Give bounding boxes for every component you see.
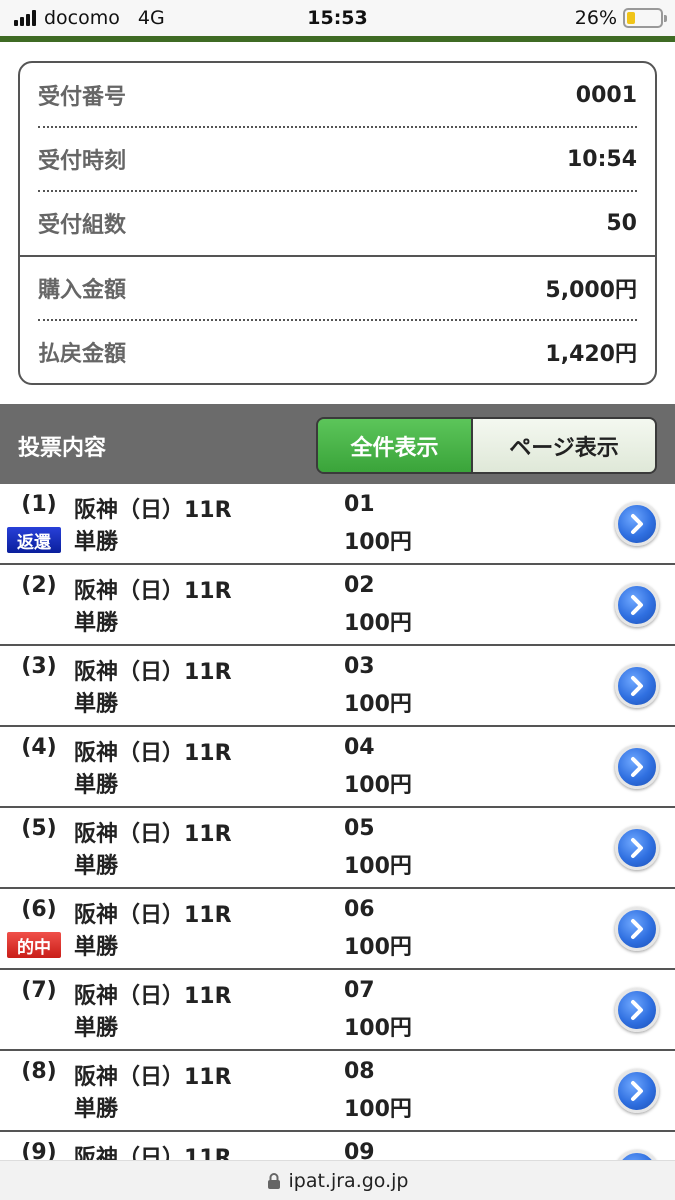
bet-type: 単勝 <box>74 1097 119 1122</box>
bet-type: 単勝 <box>74 692 119 717</box>
status-left: docomo 4G <box>14 7 165 29</box>
horse-number: 03 <box>344 654 375 679</box>
race-venue: 阪神（日）11R <box>74 984 232 1009</box>
bet-list-item[interactable]: (5) 阪神（日）11R 単勝 05 100円 <box>0 808 675 889</box>
race-venue: 阪神（日）11R <box>74 741 232 766</box>
bet-list: (1) 返還 阪神（日）11R 単勝 01 100円 (2) 阪神（日）11R … <box>0 484 675 1160</box>
bet-number: (2) <box>21 573 57 598</box>
horse-number: 07 <box>344 978 375 1003</box>
summary-label: 払戻金額 <box>38 342 127 367</box>
chevron-right-icon[interactable] <box>615 1069 659 1113</box>
summary-value: 10:54 <box>566 146 637 172</box>
bet-amount: 100円 <box>344 773 412 798</box>
bet-list-item[interactable]: (1) 返還 阪神（日）11R 単勝 01 100円 <box>0 484 675 565</box>
battery-icon <box>623 8 667 28</box>
receipt-summary-card: 受付番号 0001 受付時刻 10:54 受付組数 50 購入金額 5,000円… <box>18 61 657 385</box>
display-mode-toggle: 全件表示 ページ表示 <box>316 417 657 474</box>
summary-value: 5,000円 <box>545 278 637 303</box>
bet-number: (7) <box>21 978 57 1003</box>
bet-number: (1) <box>21 492 57 517</box>
race-venue: 阪神（日）11R <box>74 822 232 847</box>
show-all-button[interactable]: 全件表示 <box>318 419 473 472</box>
bet-list-item[interactable]: (2) 阪神（日）11R 単勝 02 100円 <box>0 565 675 646</box>
network-type: 4G <box>137 7 165 29</box>
summary-row-receipt-number: 受付番号 0001 <box>38 63 637 127</box>
horse-number: 02 <box>344 573 375 598</box>
bet-number: (8) <box>21 1059 57 1084</box>
status-bar: docomo 4G 15:53 26% <box>0 0 675 36</box>
signal-icon <box>14 10 36 26</box>
bet-type: 単勝 <box>74 773 119 798</box>
summary-row-receipt-time: 受付時刻 10:54 <box>38 127 637 191</box>
bet-list-item[interactable]: (7) 阪神（日）11R 単勝 07 100円 <box>0 970 675 1051</box>
horse-number: 09 <box>344 1140 375 1160</box>
status-right: 26% <box>574 7 667 29</box>
summary-label: 受付時刻 <box>38 149 127 174</box>
horse-number: 06 <box>344 897 375 922</box>
chevron-right-icon[interactable] <box>615 583 659 627</box>
bet-list-item[interactable]: (3) 阪神（日）11R 単勝 03 100円 <box>0 646 675 727</box>
bet-amount: 100円 <box>344 935 412 960</box>
bet-amount: 100円 <box>344 692 412 717</box>
summary-row-set-count: 受付組数 50 <box>38 191 637 255</box>
bet-type: 単勝 <box>74 611 119 636</box>
summary-label: 受付組数 <box>38 213 127 238</box>
bet-content-header: 投票内容 全件表示 ページ表示 <box>0 404 675 484</box>
summary-value: 0001 <box>575 82 637 108</box>
page-view-button[interactable]: ページ表示 <box>473 419 655 472</box>
bet-type: 単勝 <box>74 1016 119 1041</box>
chevron-right-icon[interactable] <box>615 907 659 951</box>
lock-icon <box>267 1172 280 1189</box>
summary-row-purchase-amount: 購入金額 5,000円 <box>38 256 637 320</box>
race-venue: 阪神（日）11R <box>74 903 232 928</box>
summary-value: 1,420円 <box>545 342 637 367</box>
bet-number: (3) <box>21 654 57 679</box>
bet-amount: 100円 <box>344 1016 412 1041</box>
battery-percent: 26% <box>574 7 617 29</box>
bet-type: 単勝 <box>74 854 119 879</box>
refund-badge: 返還 <box>7 527 61 553</box>
chevron-right-icon[interactable] <box>615 988 659 1032</box>
win-badge: 的中 <box>7 932 61 958</box>
bet-amount: 100円 <box>344 530 412 555</box>
bet-amount: 100円 <box>344 611 412 636</box>
chevron-right-icon[interactable] <box>615 745 659 789</box>
bet-number: (5) <box>21 816 57 841</box>
horse-number: 08 <box>344 1059 375 1084</box>
section-title: 投票内容 <box>18 436 107 461</box>
race-venue: 阪神（日）11R <box>74 498 232 523</box>
summary-label: 受付番号 <box>38 85 127 110</box>
chevron-right-icon[interactable] <box>615 1150 659 1160</box>
horse-number: 04 <box>344 735 375 760</box>
bet-list-item[interactable]: (4) 阪神（日）11R 単勝 04 100円 <box>0 727 675 808</box>
chevron-right-icon[interactable] <box>615 502 659 546</box>
race-venue: 阪神（日）11R <box>74 660 232 685</box>
race-venue: 阪神（日）11R <box>74 1146 232 1160</box>
horse-number: 01 <box>344 492 375 517</box>
bet-list-item[interactable]: (6) 的中 阪神（日）11R 単勝 06 100円 <box>0 889 675 970</box>
bet-number: (6) <box>21 897 57 922</box>
url-text: ipat.jra.go.jp <box>288 1169 409 1192</box>
bet-type: 単勝 <box>74 935 119 960</box>
bet-list-item[interactable]: (8) 阪神（日）11R 単勝 08 100円 <box>0 1051 675 1132</box>
horse-number: 05 <box>344 816 375 841</box>
bet-amount: 100円 <box>344 854 412 879</box>
race-venue: 阪神（日）11R <box>74 579 232 604</box>
bet-number: (4) <box>21 735 57 760</box>
bet-number: (9) <box>21 1140 57 1160</box>
bet-amount: 100円 <box>344 1097 412 1122</box>
summary-value: 50 <box>606 210 637 236</box>
chevron-right-icon[interactable] <box>615 664 659 708</box>
summary-label: 購入金額 <box>38 278 127 303</box>
chevron-right-icon[interactable] <box>615 826 659 870</box>
browser-url-bar[interactable]: ipat.jra.go.jp <box>0 1160 675 1200</box>
bet-type: 単勝 <box>74 530 119 555</box>
race-venue: 阪神（日）11R <box>74 1065 232 1090</box>
summary-row-payout-amount: 払戻金額 1,420円 <box>38 320 637 384</box>
bet-list-item[interactable]: (9) 阪神（日）11R 09 <box>0 1132 675 1160</box>
header-divider <box>0 36 675 42</box>
carrier-name: docomo <box>44 7 120 29</box>
